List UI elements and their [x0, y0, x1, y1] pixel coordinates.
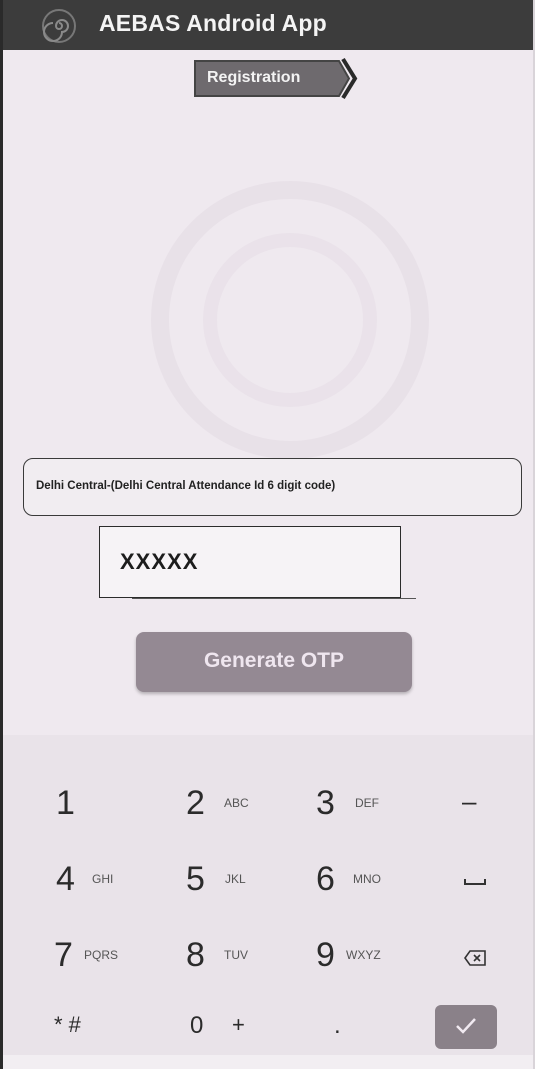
key-digit: 2 — [186, 784, 205, 822]
dot-symbol: . — [334, 1012, 341, 1039]
key-letters: MNO — [353, 872, 381, 886]
backspace-icon — [464, 950, 486, 966]
registration-label: Registration — [207, 69, 301, 86]
key-letters: TUV — [224, 948, 248, 962]
space-bar-icon — [464, 879, 486, 885]
key-digit: 1 — [56, 784, 75, 822]
key-letters: ABC — [224, 796, 249, 810]
star-hash-symbol: * # — [54, 1012, 81, 1037]
key-8[interactable]: 8 TUV — [168, 922, 288, 992]
key-3[interactable]: 3 DEF — [298, 770, 418, 840]
key-0[interactable]: 0 + — [168, 994, 288, 1064]
key-digit: 9 — [316, 936, 335, 974]
attendance-code-value: XXXXX — [120, 549, 199, 574]
key-digit: 7 — [54, 936, 73, 974]
key-9[interactable]: 9 WXYZ — [298, 922, 418, 992]
done-key[interactable] — [435, 1005, 497, 1049]
attendance-code-input[interactable]: XXXXX — [99, 526, 401, 598]
key-digit: 3 — [316, 784, 335, 822]
bottom-strip — [3, 1055, 533, 1069]
key-1[interactable]: 1 — [40, 770, 160, 840]
spiral-logo-icon — [42, 9, 76, 43]
key-6[interactable]: 6 MNO — [298, 846, 418, 916]
generate-otp-label: Generate OTP — [203, 649, 345, 672]
zero-digit: 0 — [190, 1012, 204, 1039]
app-title: AEBAS Android App — [99, 10, 327, 36]
star-hash-key[interactable]: * # — [40, 994, 160, 1064]
key-letters: JKL — [225, 872, 246, 886]
key-letters: WXYZ — [346, 948, 381, 962]
plus-symbol: + — [232, 1012, 245, 1037]
department-text: Delhi Central-(Delhi Central Attendance … — [36, 480, 336, 492]
key-4[interactable]: 4 GHI — [40, 846, 160, 916]
checkmark-icon — [456, 1018, 476, 1034]
app-bar: AEBAS Android App — [3, 0, 533, 50]
key-letters: DEF — [355, 796, 379, 810]
key-7[interactable]: 7 PQRS — [40, 922, 160, 992]
key-digit: 4 — [56, 860, 75, 898]
backspace-key[interactable] — [420, 922, 535, 992]
space-key[interactable] — [420, 846, 535, 916]
minus-key[interactable]: – — [420, 770, 535, 840]
key-2[interactable]: 2 ABC — [168, 770, 288, 840]
key-digit: 5 — [186, 860, 205, 898]
minus-symbol: – — [462, 786, 477, 816]
department-field[interactable]: Delhi Central-(Delhi Central Attendance … — [23, 458, 522, 516]
key-digit: 6 — [316, 860, 335, 898]
key-letters: PQRS — [84, 948, 119, 962]
key-letters: GHI — [92, 872, 114, 886]
watermark-logo-icon — [151, 181, 429, 459]
input-underline — [132, 598, 416, 599]
dot-key[interactable]: . — [298, 994, 418, 1064]
registration-button[interactable]: Registration — [193, 57, 361, 100]
key-5[interactable]: 5 JKL — [168, 846, 288, 916]
generate-otp-button[interactable]: Generate OTP — [136, 632, 412, 692]
key-digit: 8 — [186, 936, 205, 974]
